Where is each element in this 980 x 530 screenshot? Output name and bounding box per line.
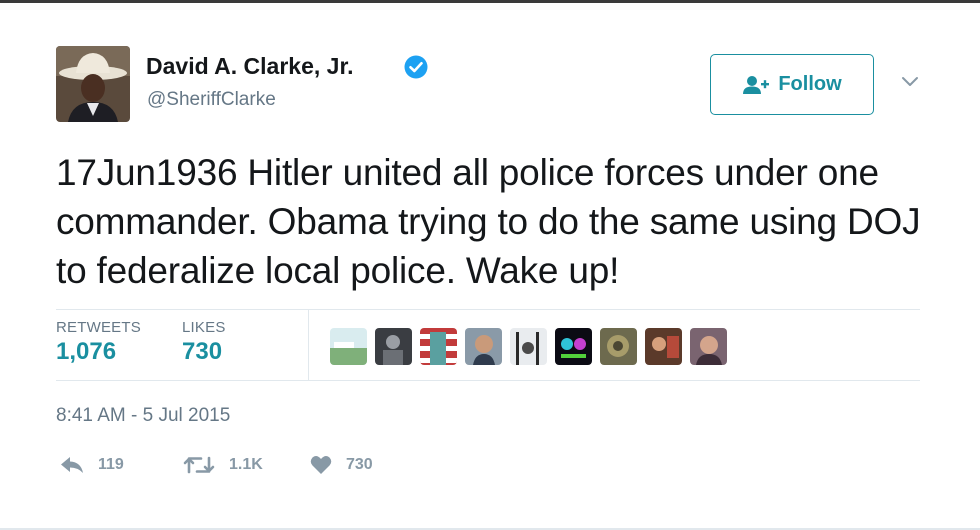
likes-stat[interactable]: LIKES 730 xyxy=(182,319,226,366)
author-name[interactable]: David A. Clarke, Jr. xyxy=(146,53,354,80)
like-button[interactable]: 730 xyxy=(310,452,373,478)
liker-avatar[interactable] xyxy=(600,328,637,365)
follow-button[interactable]: Follow xyxy=(710,54,874,115)
like-count: 730 xyxy=(346,456,373,473)
likes-label: LIKES xyxy=(182,319,226,336)
liker-avatar[interactable] xyxy=(690,328,727,365)
liker-avatar[interactable] xyxy=(375,328,412,365)
top-edge xyxy=(0,0,980,3)
liker-avatar[interactable] xyxy=(645,328,682,365)
stats-divider xyxy=(308,310,309,380)
retweet-button[interactable]: 1.1K xyxy=(183,452,263,478)
tweet-text: 17Jun1936 Hitler united all police force… xyxy=(56,152,921,291)
tweet-stats: RETWEETS 1,076 LIKES 730 xyxy=(56,309,920,381)
reply-icon xyxy=(61,457,83,473)
retweets-count: 1,076 xyxy=(56,338,117,365)
follow-label: Follow xyxy=(778,73,842,95)
tweet-timestamp[interactable]: 8:41 AM - 5 Jul 2015 xyxy=(56,405,230,427)
liker-avatars xyxy=(330,328,727,365)
verified-badge-icon xyxy=(404,55,428,79)
heart-icon xyxy=(310,456,332,474)
avatar[interactable] xyxy=(56,46,130,122)
liker-avatar[interactable] xyxy=(510,328,547,365)
author-handle[interactable]: @SheriffClarke xyxy=(147,89,276,111)
chevron-down-icon[interactable] xyxy=(901,76,919,88)
retweets-label: RETWEETS xyxy=(56,319,141,336)
liker-avatar[interactable] xyxy=(420,328,457,365)
reply-count: 119 xyxy=(98,456,124,473)
liker-avatar[interactable] xyxy=(555,328,592,365)
retweet-count: 1.1K xyxy=(229,456,263,473)
reply-button[interactable]: 119 xyxy=(60,452,124,478)
liker-avatar[interactable] xyxy=(465,328,502,365)
likes-count: 730 xyxy=(182,338,223,365)
liker-avatar[interactable] xyxy=(330,328,367,365)
add-user-icon xyxy=(743,75,770,94)
retweet-icon xyxy=(183,456,215,474)
retweets-stat[interactable]: RETWEETS 1,076 xyxy=(56,319,141,366)
